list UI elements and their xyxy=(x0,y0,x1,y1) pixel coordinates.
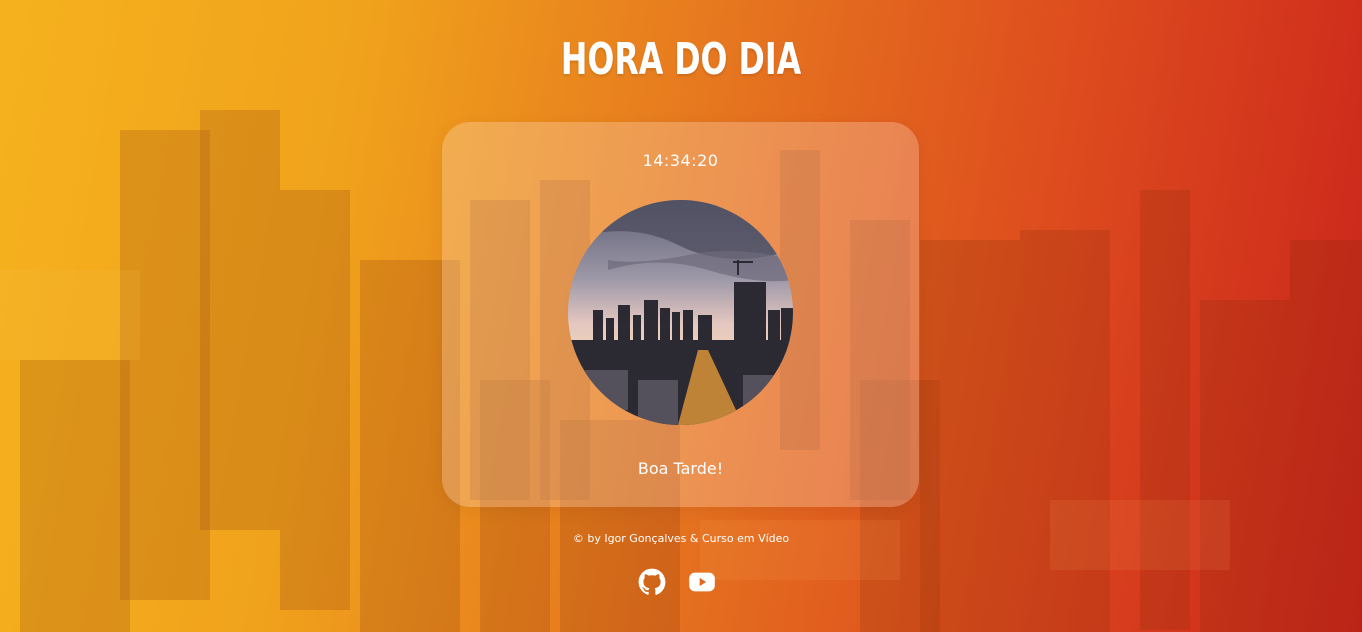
github-icon xyxy=(638,568,666,595)
page-title: HORA DO DIA xyxy=(560,34,802,85)
afternoon-city-image xyxy=(568,200,793,425)
footer-copyright: © by Igor Gonçalves & Curso em Vídeo xyxy=(572,532,790,545)
social-links xyxy=(638,568,728,596)
github-link[interactable] xyxy=(638,568,666,596)
youtube-icon xyxy=(689,572,715,592)
greeting-message: Boa Tarde! xyxy=(637,459,724,478)
clock-time: 14:34:20 xyxy=(642,151,719,170)
clock-card: 14:34:20 Boa Tarde! xyxy=(442,122,919,507)
time-of-day-photo xyxy=(568,200,793,425)
youtube-link[interactable] xyxy=(688,568,716,596)
